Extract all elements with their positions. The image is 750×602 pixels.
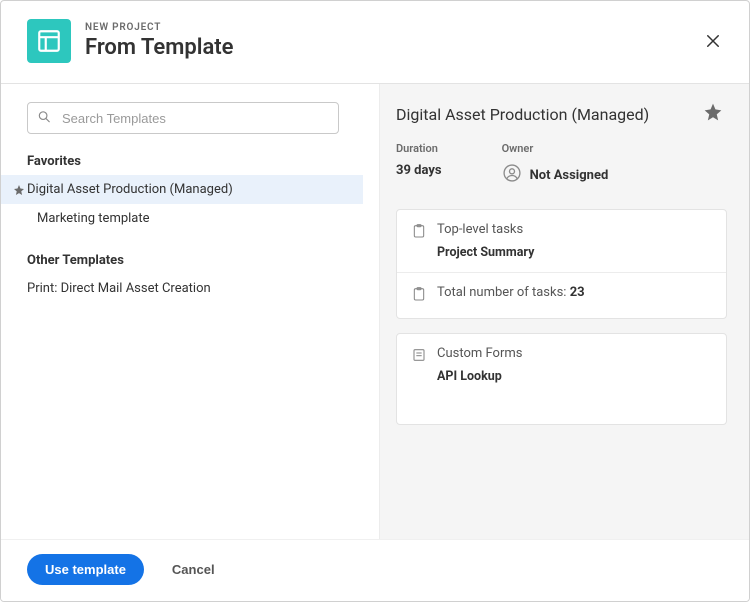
favorite-toggle[interactable] xyxy=(703,102,723,126)
template-item-label: Print: Direct Mail Asset Creation xyxy=(17,281,211,296)
total-tasks-value: 23 xyxy=(570,285,585,300)
total-tasks: Total number of tasks: 23 xyxy=(437,285,585,300)
total-tasks-label: Total number of tasks: xyxy=(437,285,570,300)
use-template-button[interactable]: Use template xyxy=(27,554,144,585)
dialog-header: NEW PROJECT From Template xyxy=(1,1,749,83)
duration-value: 39 days xyxy=(396,163,442,178)
dialog-footer: Use template Cancel xyxy=(1,539,749,601)
template-list-panel: Favorites Digital Asset Production (Mana… xyxy=(1,84,379,539)
duration-label: Duration xyxy=(396,142,442,155)
template-detail-panel: Digital Asset Production (Managed) Durat… xyxy=(379,84,749,539)
forms-card: Custom Forms API Lookup xyxy=(396,333,727,425)
custom-forms-value: API Lookup xyxy=(437,369,522,384)
template-logo xyxy=(27,19,71,63)
favorites-heading: Favorites xyxy=(27,154,363,169)
other-templates-list: Print: Direct Mail Asset Creation xyxy=(1,274,363,303)
favorites-list: Digital Asset Production (Managed) Marke… xyxy=(1,175,363,233)
owner-value: Not Assigned xyxy=(530,168,609,183)
detail-title: Digital Asset Production (Managed) xyxy=(396,105,649,124)
dialog-title: From Template xyxy=(85,35,699,60)
owner-label: Owner xyxy=(502,142,609,155)
clipboard-icon xyxy=(411,286,427,306)
clipboard-icon xyxy=(411,223,427,243)
dialog-body: Favorites Digital Asset Production (Mana… xyxy=(1,83,749,539)
star-icon xyxy=(703,102,723,122)
top-tasks-label: Top-level tasks xyxy=(437,222,534,237)
search-icon xyxy=(37,109,51,128)
form-icon xyxy=(411,347,427,367)
template-item-label: Digital Asset Production (Managed) xyxy=(27,182,233,197)
user-icon xyxy=(502,163,522,187)
new-project-from-template-dialog: NEW PROJECT From Template Favorites Digi xyxy=(0,0,750,602)
search-wrapper xyxy=(27,102,363,134)
custom-forms-label: Custom Forms xyxy=(437,346,522,361)
template-item[interactable]: Print: Direct Mail Asset Creation xyxy=(1,274,363,303)
cancel-button[interactable]: Cancel xyxy=(172,562,215,577)
close-button[interactable] xyxy=(699,27,727,55)
template-item[interactable]: Marketing template xyxy=(1,204,363,233)
template-item[interactable]: Digital Asset Production (Managed) xyxy=(1,175,363,204)
detail-meta: Duration 39 days Owner Not Assigned xyxy=(396,142,727,187)
star-icon xyxy=(11,184,27,196)
template-icon xyxy=(36,28,62,54)
top-tasks-value: Project Summary xyxy=(437,245,534,260)
search-input[interactable] xyxy=(27,102,339,134)
other-templates-heading: Other Templates xyxy=(27,253,363,268)
close-icon xyxy=(704,32,722,50)
template-item-label: Marketing template xyxy=(27,211,150,226)
dialog-kicker: NEW PROJECT xyxy=(85,22,699,33)
tasks-card: Top-level tasks Project Summary Total nu… xyxy=(396,209,727,319)
